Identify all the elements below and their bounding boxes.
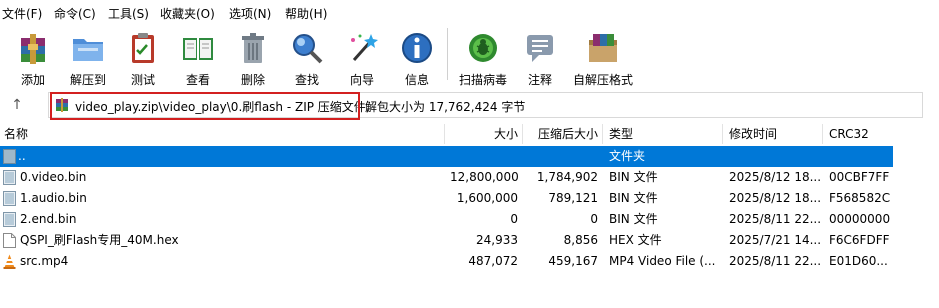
wizard-button[interactable]: 向导 [340,28,384,88]
file-row-parent[interactable]: .. 文件夹 [0,146,893,167]
bin-file-icon [3,170,16,185]
delete-button[interactable]: 删除 [232,28,274,88]
vlc-file-icon [3,254,16,269]
file-row-end-bin[interactable]: 2.end.bin 0 0 BIN 文件 2025/8/11 22... 000… [0,209,893,230]
test-button[interactable]: 测试 [122,28,164,88]
folder-extract-icon [73,39,103,61]
menu-help[interactable]: 帮助(H) [285,5,327,22]
menu-options[interactable]: 选项(N) [229,5,271,22]
comment-icon [527,35,553,62]
column-headers: 名称 大小 压缩后大小 类型 修改时间 CRC32 [0,124,939,144]
bin-file-icon [3,212,16,227]
clipboard-test-icon [132,33,154,63]
bin-file-icon [3,191,16,206]
file-row-hex[interactable]: QSPI_刷Flash专用_40M.hex 24,933 8,856 HEX 文… [0,230,893,251]
sfx-archive-icon [589,34,617,62]
file-row-video-bin[interactable]: 0.video.bin 12,800,000 1,784,902 BIN 文件 … [0,167,893,188]
column-type-header[interactable]: 类型 [609,124,633,144]
file-row-mp4[interactable]: src.mp4 487,072 459,167 MP4 Video File (… [0,251,893,272]
column-divider[interactable] [522,124,523,144]
book-view-icon [183,38,213,60]
menu-file[interactable]: 文件(F) [2,5,42,22]
column-divider[interactable] [444,124,445,144]
address-path: video_play.zip\video_play\0.刷flash - ZIP… [75,100,370,114]
column-modified-header[interactable]: 修改时间 [729,124,777,144]
column-divider[interactable] [602,124,603,144]
find-button[interactable]: 查找 [286,28,328,88]
sfx-button[interactable]: 自解压格式 [570,28,636,88]
folder-up-icon [3,149,16,164]
view-button[interactable]: 查看 [174,28,222,88]
magnifier-find-icon [293,34,323,64]
column-crc-header[interactable]: CRC32 [829,124,869,144]
menu-commands[interactable]: 命令(C) [54,5,96,22]
column-divider[interactable] [822,124,823,144]
info-button[interactable]: 信息 [396,28,438,88]
magic-wand-icon [351,34,378,61]
menu-tools[interactable]: 工具(S) [108,5,149,22]
extract-to-button[interactable]: 解压到 [64,28,112,88]
file-row-audio-bin[interactable]: 1.audio.bin 1,600,000 789,121 BIN 文件 202… [0,188,893,209]
up-arrow-icon[interactable]: ↑ [6,95,28,115]
archive-info: 解包大小为 17,762,424 字节 [365,100,526,114]
add-button[interactable]: 添加 [12,28,54,88]
column-size-header[interactable]: 大小 [450,124,518,144]
hex-file-icon [3,233,16,248]
address-bar: ↑ video_play.zip\video_play\0.刷flash - Z… [0,92,939,118]
comment-button[interactable]: 注释 [520,28,560,88]
trash-delete-icon [242,33,264,63]
menu-bar: 文件(F) 命令(C) 工具(S) 收藏夹(O) 选项(N) 帮助(H) [0,0,939,24]
info-icon [402,33,432,63]
menu-favorites[interactable]: 收藏夹(O) [160,5,215,22]
zip-archive-icon [56,98,68,112]
address-field[interactable]: video_play.zip\video_play\0.刷flash - ZIP… [48,92,923,118]
toolbar: 添加 解压到 测试 查看 删除 查找 向导 信息 扫描病毒 注释 自解压格式 [0,24,939,88]
toolbar-separator [447,28,448,80]
column-divider[interactable] [722,124,723,144]
virus-scan-icon [469,34,497,62]
column-packed-header[interactable]: 压缩后大小 [526,124,598,144]
archive-add-icon [21,34,45,64]
column-name-header[interactable]: 名称 [4,124,28,144]
virus-scan-button[interactable]: 扫描病毒 [456,28,510,88]
